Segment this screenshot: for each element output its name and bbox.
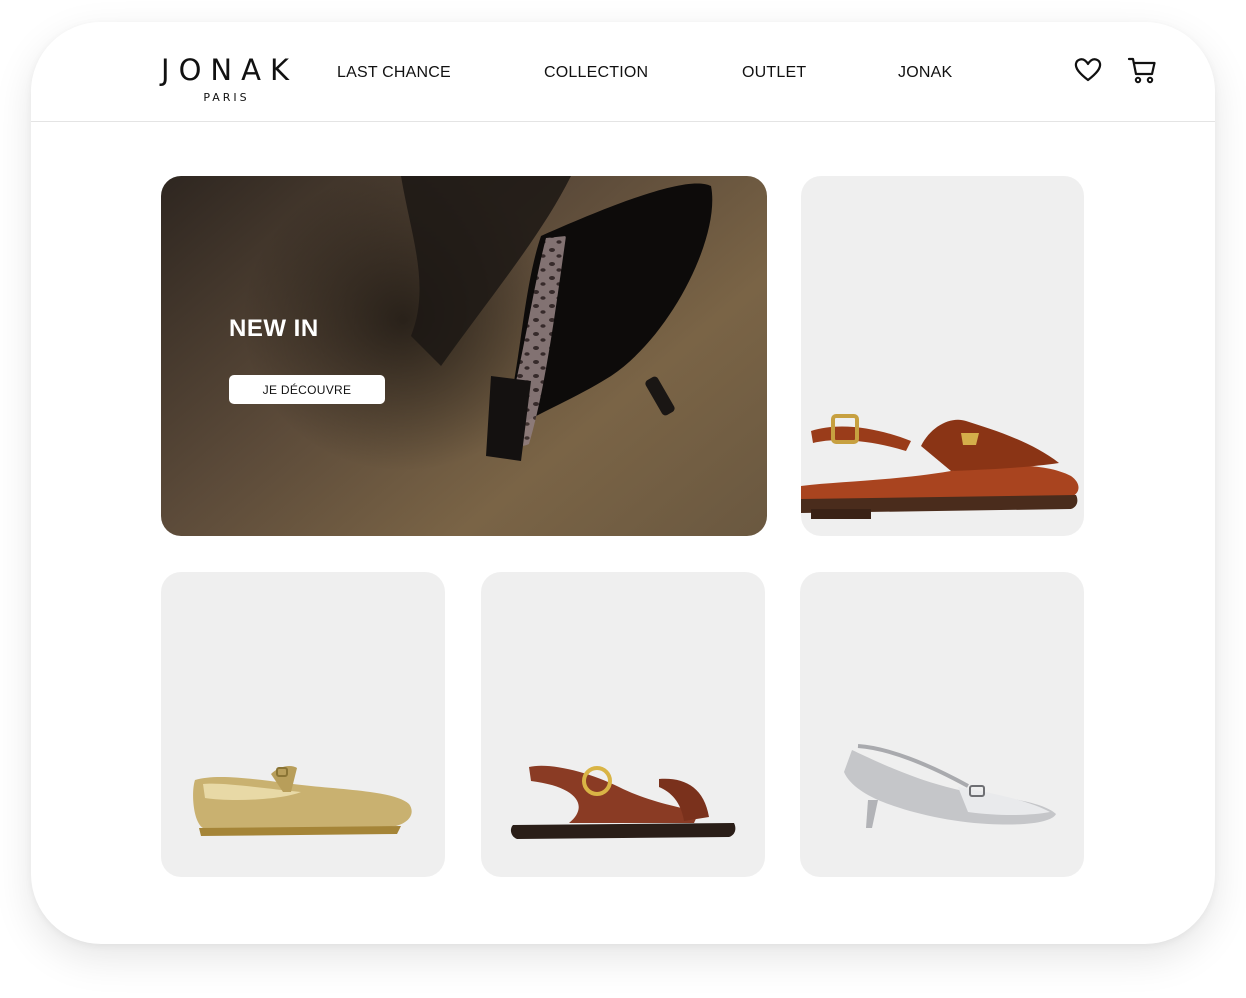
product-card[interactable] bbox=[800, 572, 1084, 877]
nav-item-collection[interactable]: COLLECTION bbox=[544, 64, 648, 82]
brand-subtitle: PARIS bbox=[203, 91, 250, 104]
discover-button[interactable]: JE DÉCOUVRE bbox=[229, 375, 385, 404]
hero-banner[interactable]: NEW IN JE DÉCOUVRE bbox=[161, 176, 767, 536]
hero-title: NEW IN bbox=[229, 315, 319, 342]
brand-name: JONAK bbox=[161, 53, 298, 87]
nav-item-last-chance[interactable]: LAST CHANCE bbox=[337, 64, 451, 82]
cart-button[interactable] bbox=[1127, 55, 1157, 85]
product-image-mary-jane-flat bbox=[193, 766, 412, 836]
wishlist-button[interactable] bbox=[1073, 55, 1103, 85]
heart-icon bbox=[1074, 58, 1102, 82]
product-card[interactable] bbox=[481, 572, 765, 877]
nav-item-outlet[interactable]: OUTLET bbox=[742, 64, 806, 82]
product-image-buckle-sandal bbox=[510, 765, 736, 839]
product-image-kitten-heel-slingback bbox=[844, 744, 1056, 828]
nav-item-jonak[interactable]: JONAK bbox=[898, 64, 952, 82]
product-image-slingback-loafer bbox=[801, 414, 1079, 519]
brand-logo[interactable]: JONAK PARIS bbox=[144, 54, 306, 104]
site-header: JONAK PARIS LAST CHANCE COLLECTION OUTLE… bbox=[31, 22, 1215, 122]
product-card[interactable] bbox=[161, 572, 445, 877]
product-card[interactable] bbox=[801, 176, 1084, 536]
shopping-cart-icon bbox=[1127, 57, 1156, 84]
device-frame: JONAK PARIS LAST CHANCE COLLECTION OUTLE… bbox=[31, 22, 1215, 944]
hero-shoe-image bbox=[401, 176, 713, 461]
